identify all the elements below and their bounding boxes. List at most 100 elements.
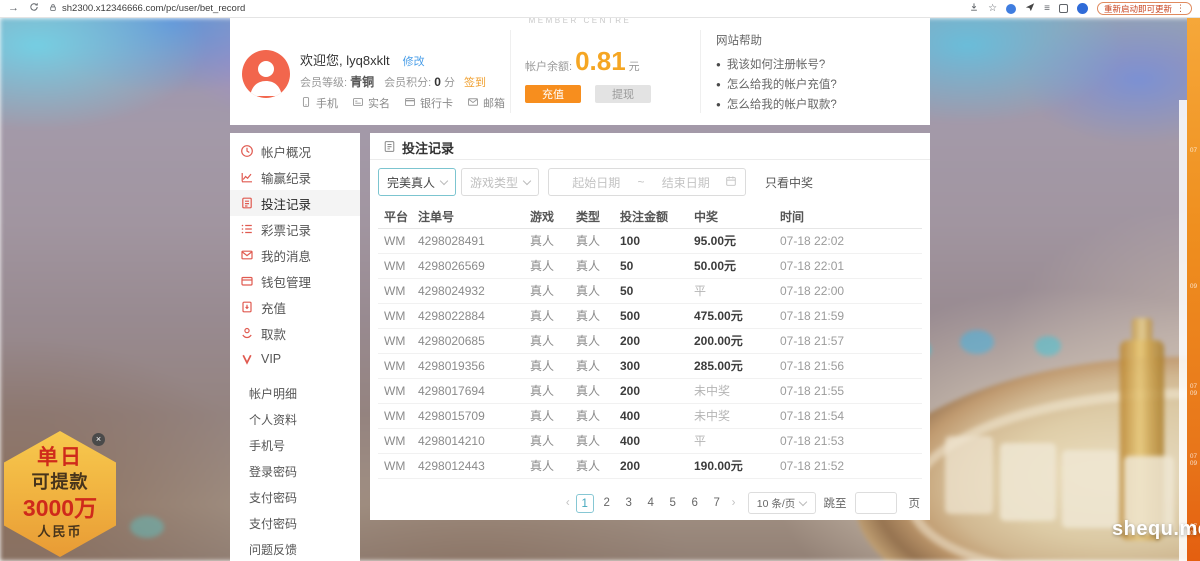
sidebar-item[interactable]: 帐户概况 xyxy=(230,138,360,164)
cell-order-no: 4298017694 xyxy=(418,379,530,403)
forward-icon[interactable]: → xyxy=(8,3,19,14)
cell-amount: 50 xyxy=(620,254,694,278)
cell-amount: 50 xyxy=(620,279,694,303)
promo-line4: 人民币 xyxy=(4,523,116,541)
game-type-select[interactable]: 游戏类型 xyxy=(461,168,539,196)
avatar[interactable] xyxy=(242,50,290,98)
promo-badge[interactable]: × 单日 可提款 3000万 人民币 xyxy=(4,431,116,557)
verify-item[interactable]: 银行卡 xyxy=(404,95,453,111)
sidebar-item[interactable]: 充值 xyxy=(230,294,360,320)
table-header-cell: 中奖 xyxy=(694,205,780,228)
cell-game: 真人 xyxy=(530,329,576,353)
sidebar-item[interactable]: 钱包管理 xyxy=(230,268,360,294)
table-row: WM 4298015709 真人 真人 400 未中奖 07-18 21:54 xyxy=(378,404,922,429)
page-button[interactable]: 4 xyxy=(642,494,660,513)
signin-link[interactable]: 签到 xyxy=(464,77,486,89)
lottery-record-icon xyxy=(239,222,254,237)
cell-type: 真人 xyxy=(576,379,620,403)
verify-item[interactable]: 手机 xyxy=(300,95,338,111)
sidebar-secondary-item[interactable]: 个人资料 xyxy=(230,407,360,433)
address-bar[interactable]: sh2300.x12346666.com/pc/user/bet_record xyxy=(49,3,245,15)
cell-platform: WM xyxy=(378,404,418,428)
reload-icon[interactable] xyxy=(29,2,39,15)
next-page-button[interactable]: › xyxy=(730,497,738,509)
win-only-toggle[interactable]: 只看中奖 xyxy=(765,174,813,191)
prev-page-button[interactable]: ‹ xyxy=(564,497,572,509)
help-item[interactable]: ● 怎么给我的帐户取款? xyxy=(716,95,837,115)
verify-item[interactable]: 实名 xyxy=(352,95,390,111)
profile-avatar[interactable] xyxy=(1077,3,1088,14)
cell-amount: 200 xyxy=(620,329,694,353)
update-button[interactable]: 重新启动即可更新 ⋮ xyxy=(1097,2,1192,15)
page-button[interactable]: 2 xyxy=(598,494,616,513)
cell-time: 07-18 21:56 xyxy=(780,354,922,378)
date-range-picker[interactable]: 起始日期 ~ 结束日期 xyxy=(548,168,746,196)
verify-item[interactable]: 邮箱 xyxy=(467,95,505,111)
bet-table-body: WM 4298028491 真人 真人 100 95.00元 07-18 22:… xyxy=(378,229,922,479)
cell-type: 真人 xyxy=(576,279,620,303)
sidebar-item[interactable]: VIP xyxy=(230,346,360,372)
page-button[interactable]: 1 xyxy=(576,494,594,513)
sidebar-item[interactable]: 投注记录 xyxy=(230,190,360,216)
pin-extension-icon[interactable] xyxy=(1025,2,1035,15)
cell-amount: 300 xyxy=(620,354,694,378)
recharge-button[interactable]: 充值 xyxy=(525,85,581,103)
page-button[interactable]: 7 xyxy=(708,494,726,513)
window-icon[interactable] xyxy=(1059,4,1068,13)
table-row: WM 4298017694 真人 真人 200 未中奖 07-18 21:55 xyxy=(378,379,922,404)
help-item[interactable]: ● 我该如何注册帐号? xyxy=(716,55,837,75)
sidebar-secondary-item[interactable]: 登录密码 xyxy=(230,459,360,485)
sidebar-item[interactable]: 取款 xyxy=(230,320,360,346)
sidebar-item[interactable]: 我的消息 xyxy=(230,242,360,268)
page-button[interactable]: 3 xyxy=(620,494,638,513)
balance-block: 帐户余额:0.81元 充值 提现 xyxy=(525,46,651,103)
star-icon[interactable]: ☆ xyxy=(988,3,997,14)
withdraw-button[interactable]: 提现 xyxy=(595,85,651,103)
cell-platform: WM xyxy=(378,379,418,403)
extension-blue-icon[interactable] xyxy=(1006,4,1016,14)
cell-platform: WM xyxy=(378,454,418,478)
close-icon[interactable]: × xyxy=(92,433,105,446)
panel-title: 投注记录 xyxy=(370,133,930,160)
table-header-cell: 时间 xyxy=(780,205,922,228)
account-overview-icon xyxy=(239,144,254,159)
cell-amount: 100 xyxy=(620,229,694,253)
wallet-icon xyxy=(239,274,254,289)
help-item[interactable]: ● 怎么给我的帐户充值? xyxy=(716,75,837,95)
page-button[interactable]: 5 xyxy=(664,494,682,513)
cell-time: 07-18 21:53 xyxy=(780,429,922,453)
messages-icon xyxy=(239,248,254,263)
recharge-icon xyxy=(239,300,254,315)
edit-link[interactable]: 修改 xyxy=(403,56,425,68)
sidebar-secondary-item[interactable]: 问题反馈 xyxy=(230,537,360,561)
sidebar-item[interactable]: 输赢纪录 xyxy=(230,164,360,190)
table-row: WM 4298022884 真人 真人 500 475.00元 07-18 21… xyxy=(378,304,922,329)
cell-game: 真人 xyxy=(530,429,576,453)
list-extension-icon[interactable]: ≡ xyxy=(1044,3,1050,14)
table-row: WM 4298020685 真人 真人 200 200.00元 07-18 21… xyxy=(378,329,922,354)
sidebar-secondary-item[interactable]: 支付密码 xyxy=(230,485,360,511)
jump-page-input[interactable] xyxy=(855,492,897,514)
table-header-cell: 投注金额 xyxy=(620,205,694,228)
id-card-icon xyxy=(352,96,364,111)
member-points: 0 xyxy=(434,75,441,89)
cell-type: 真人 xyxy=(576,229,620,253)
level-line: 会员等级: 青铜会员积分: 0 分签到 xyxy=(300,73,486,90)
calendar-icon xyxy=(725,175,737,190)
page-button[interactable]: 6 xyxy=(686,494,704,513)
page-size-select[interactable]: 10 条/页 xyxy=(748,492,816,514)
download-icon[interactable] xyxy=(969,2,979,15)
table-row: WM 4298028491 真人 真人 100 95.00元 07-18 22:… xyxy=(378,229,922,254)
bank-card-icon xyxy=(404,96,416,111)
cell-platform: WM xyxy=(378,279,418,303)
cell-type: 真人 xyxy=(576,304,620,328)
sidebar-secondary-item[interactable]: 支付密码 xyxy=(230,511,360,537)
sidebar-secondary-item[interactable]: 帐户明细 xyxy=(230,381,360,407)
browser-toolbar: → sh2300.x12346666.com/pc/user/bet_recor… xyxy=(0,0,1200,18)
sidebar-secondary-item[interactable]: 手机号 xyxy=(230,433,360,459)
cell-game: 真人 xyxy=(530,304,576,328)
sidebar-item[interactable]: 彩票记录 xyxy=(230,216,360,242)
platform-select[interactable]: 完美真人 xyxy=(378,168,456,196)
cell-order-no: 4298022884 xyxy=(418,304,530,328)
cell-win: 未中奖 xyxy=(694,379,780,403)
